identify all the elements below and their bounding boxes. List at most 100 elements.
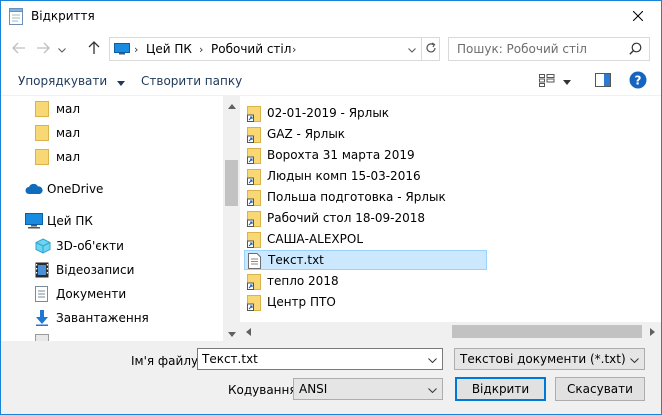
search-input[interactable] [457,41,625,57]
chevron-right-icon [650,325,655,339]
nav-item-label: Відеозаписи [56,263,135,277]
organize-button[interactable]: Упорядкувати [18,74,126,89]
change-view-button[interactable] [539,72,571,90]
recent-locations-button[interactable] [55,38,69,60]
nav-item-label: Завантаження [56,311,149,325]
file-item-selected[interactable]: Текст.txt [244,250,487,270]
navigation-scrollbar[interactable] [223,96,240,341]
dialog-footer: Ім'я файлу: Текстові документи (*.txt) К… [1,341,661,414]
file-item[interactable]: Людын комп 15-03-2016 [244,167,487,187]
new-folder-button[interactable]: Створити папку [141,74,242,88]
document-icon [35,286,48,302]
up-button[interactable] [83,38,105,60]
folder-icon [35,125,49,141]
nav-item-folder[interactable]: мал [1,146,223,168]
file-item[interactable]: 02-01-2019 - Ярлык [244,104,487,124]
chevron-down-icon [227,326,236,340]
nav-item-label: Цей ПК [47,214,93,228]
refresh-icon [425,41,437,57]
file-item[interactable]: тепло 2018 [244,272,487,292]
caret-down-icon [563,74,571,88]
nav-item-label: мал [56,126,81,140]
open-button[interactable]: Відкрити [455,377,546,401]
help-button[interactable]: ? [629,71,647,90]
scroll-up-button[interactable] [223,96,240,113]
file-name: 02-01-2019 - Ярлык [267,106,390,120]
file-list-scrollbar[interactable] [240,322,661,341]
filetype-dropdown-button[interactable] [624,349,644,369]
chevron-down-icon [427,352,437,366]
file-name: САША-ALEXPOL [267,232,364,246]
chevron-down-icon [629,352,639,366]
encoding-select[interactable]: ANSI [293,378,443,400]
view-details-icon [539,73,555,90]
caret-down-icon [117,75,126,89]
nav-item-folder[interactable]: мал [1,122,223,144]
file-name: Рабочий стол 18-09-2018 [267,211,425,225]
folder-shortcut-icon [247,190,261,209]
file-name: Центр ПТО [267,295,336,309]
nav-item-onedrive[interactable]: OneDrive [1,178,223,200]
encoding-value: ANSI [299,382,328,396]
scroll-thumb[interactable] [452,325,642,338]
nav-item-this-pc[interactable]: Цей ПК [1,210,223,232]
filename-combobox[interactable] [197,348,443,370]
refresh-button[interactable] [421,38,440,60]
file-item[interactable]: Центр ПТО [244,293,487,313]
notepad-icon [9,8,23,25]
arrow-right-icon [36,42,50,57]
encoding-dropdown-button[interactable] [422,379,442,399]
arrow-left-icon [12,42,26,57]
nav-item-downloads[interactable]: Завантаження [1,307,223,329]
file-item[interactable]: САША-ALEXPOL [244,230,487,250]
back-button[interactable] [8,38,30,60]
folder-shortcut-icon [247,232,261,251]
nav-item-3d-objects[interactable]: 3D-об'єкти [1,235,223,257]
preview-pane-button[interactable] [595,72,611,90]
file-name: Ворохта 31 марта 2019 [267,148,415,162]
filename-dropdown-button[interactable] [422,349,442,369]
scroll-left-button[interactable] [240,322,257,341]
breadcrumb-desktop[interactable]: Робочий стіл [211,42,291,56]
address-dropdown-button[interactable] [401,38,421,60]
scroll-thumb[interactable] [225,160,238,206]
nav-item-label: мал [56,150,81,164]
cloud-icon [25,183,43,195]
cancel-button[interactable]: Скасувати [555,377,645,401]
filetype-select[interactable]: Текстові документи (*.txt) [454,348,645,370]
breadcrumb-separator-icon: › [292,43,297,56]
svg-text:?: ? [635,73,642,87]
breadcrumb-separator-icon: › [199,43,204,56]
chevron-down-icon [427,382,437,396]
folder-icon [35,101,49,117]
desktop-icon [114,43,130,58]
filename-label: Ім'я файлу: [131,354,203,368]
close-button[interactable] [615,1,661,32]
chevron-up-icon [227,98,236,112]
nav-item-label: Документи [56,287,127,301]
file-item[interactable]: Рабочий стол 18-09-2018 [244,209,487,229]
address-bar[interactable]: › Цей ПК › Робочий стіл › [109,37,440,61]
scroll-down-button[interactable] [223,324,240,341]
file-item[interactable]: GAZ - Ярлык [244,125,487,145]
search-box[interactable] [448,37,650,61]
folder-icon [35,334,49,341]
breadcrumb-this-pc[interactable]: Цей ПК [146,42,192,56]
file-name: Текст.txt [268,253,324,267]
nav-item-folder[interactable]: мал [1,98,223,120]
file-item[interactable]: Польша подготовка - Ярлык [244,188,487,208]
preview-pane-icon [595,72,611,90]
filename-input[interactable] [202,351,412,367]
nav-item-documents[interactable]: Документи [1,283,223,305]
breadcrumb-separator-icon: › [134,43,139,56]
folder-icon [35,149,49,165]
nav-item-videos[interactable]: Відеозаписи [1,259,223,281]
arrow-up-icon [88,40,100,58]
file-item[interactable]: Ворохта 31 марта 2019 [244,146,487,166]
forward-button[interactable] [32,38,54,60]
file-name: тепло 2018 [267,274,339,288]
scroll-right-button[interactable] [644,322,661,341]
computer-icon [25,213,43,229]
nav-item-label: 3D-об'єкти [56,239,124,253]
folder-shortcut-icon [247,148,261,167]
